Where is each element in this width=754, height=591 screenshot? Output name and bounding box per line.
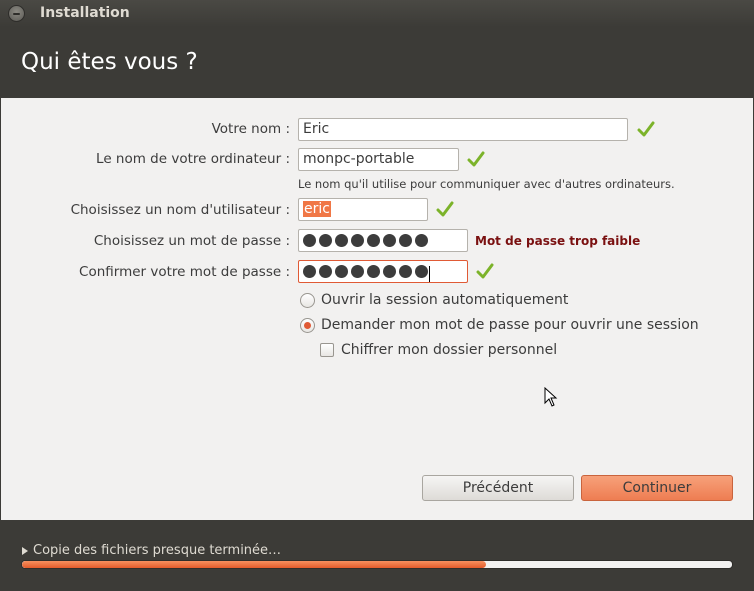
text-caret: [429, 266, 430, 282]
password-strength: Mot de passe trop faible: [475, 234, 641, 248]
progress-label: Copie des fichiers presque terminée…: [33, 543, 282, 558]
progress-bar: [21, 560, 733, 569]
user-form: Votre nom : Eric Le nom de votre ordinat…: [1, 98, 753, 520]
password-dot: [319, 234, 332, 247]
check-icon: [467, 151, 485, 167]
computer-name-hint: Le nom qu'il utilise pour communiquer av…: [298, 177, 675, 191]
installer-window: Installation Qui êtes vous ? Votre nom :…: [0, 0, 754, 591]
encrypt-home-label: Chiffrer mon dossier personnel: [341, 342, 558, 358]
password-dot: [415, 234, 428, 247]
password-dot: [335, 234, 348, 247]
title-bar: Installation: [0, 0, 754, 27]
confirm-password-dots: [303, 265, 428, 278]
password-dot: [399, 265, 412, 278]
check-icon: [436, 201, 454, 217]
radio-ask-password-label: Demander mon mot de passe pour ouvrir un…: [321, 317, 699, 333]
password-dot: [367, 265, 380, 278]
progress-bar-fill: [22, 561, 486, 568]
computer-name-label: Le nom de votre ordinateur :: [96, 151, 290, 167]
radio-ask-password[interactable]: Demander mon mot de passe pour ouvrir un…: [300, 317, 699, 333]
page-title: Qui êtes vous ?: [21, 49, 198, 75]
radio-auto-login[interactable]: Ouvrir la session automatiquement: [300, 292, 568, 308]
password-dot: [319, 265, 332, 278]
password-dot: [303, 265, 316, 278]
password-dot: [303, 234, 316, 247]
continue-button[interactable]: Continuer: [581, 475, 733, 501]
password-field[interactable]: [298, 229, 468, 252]
window-title: Installation: [40, 5, 130, 21]
confirm-password-label: Confirmer votre mot de passe :: [79, 264, 290, 280]
username-field[interactable]: eric: [298, 198, 428, 221]
check-icon: [637, 121, 655, 137]
username-label: Choisissez un nom d'utilisateur :: [70, 202, 290, 218]
password-label: Choisissez un mot de passe :: [93, 233, 290, 249]
page-header: Qui êtes vous ?: [0, 27, 754, 98]
computer-name-field[interactable]: monpc-portable: [298, 148, 459, 171]
password-dot: [415, 265, 428, 278]
password-dot: [367, 234, 380, 247]
back-button[interactable]: Précédent: [422, 475, 574, 501]
radio-auto-login-label: Ouvrir la session automatiquement: [321, 292, 569, 308]
password-dot: [383, 265, 396, 278]
password-dot: [351, 265, 364, 278]
name-field[interactable]: Eric: [298, 118, 628, 141]
radio-ask-password-indicator[interactable]: [300, 317, 315, 333]
encrypt-home-checkbox[interactable]: [320, 343, 334, 357]
password-dots: [303, 234, 428, 247]
progress-footer: Copie des fichiers presque terminée…: [0, 520, 754, 591]
name-label: Votre nom :: [211, 121, 290, 137]
confirm-password-field[interactable]: [298, 260, 468, 283]
mouse-cursor-icon: [544, 387, 558, 407]
encrypt-home-option[interactable]: Chiffrer mon dossier personnel: [320, 342, 557, 358]
progress-expander[interactable]: Copie des fichiers presque terminée…: [22, 543, 281, 558]
close-icon[interactable]: [8, 5, 25, 22]
triangle-right-icon[interactable]: [22, 546, 28, 555]
password-dot: [351, 234, 364, 247]
password-dot: [335, 265, 348, 278]
radio-auto-login-indicator[interactable]: [300, 292, 315, 308]
username-selected-text: eric: [303, 201, 331, 217]
password-dot: [399, 234, 412, 247]
password-dot: [383, 234, 396, 247]
check-icon: [476, 263, 494, 279]
